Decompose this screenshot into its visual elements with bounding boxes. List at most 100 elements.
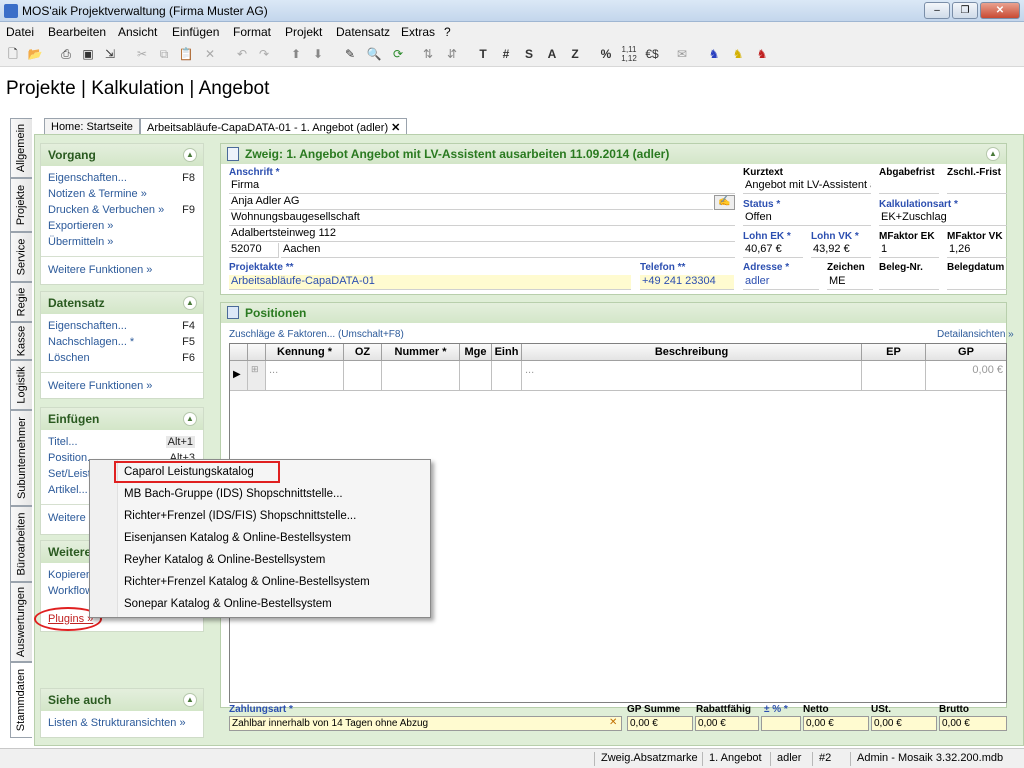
popup-item-mb-bach[interactable]: MB Bach-Gruppe (IDS) Shopschnittstelle..…: [124, 488, 343, 500]
move-down-icon[interactable]: ⬇: [308, 45, 328, 63]
datensatz-eigenschaften[interactable]: Eigenschaften...: [48, 320, 127, 332]
menu-format[interactable]: Format: [233, 25, 271, 39]
open-icon[interactable]: 📂: [25, 45, 45, 63]
copy-icon[interactable]: ⧉: [154, 45, 174, 63]
lohnek-field[interactable]: 40,67 €: [743, 243, 803, 258]
popup-item-sonepar[interactable]: Sonepar Katalog & Online-Bestellsystem: [124, 598, 332, 610]
close-button[interactable]: ✕: [980, 2, 1020, 19]
decimal-icon[interactable]: 1,11 1,12: [619, 45, 639, 63]
datensatz-weitere[interactable]: Weitere Funktionen »: [48, 380, 152, 392]
zeichen-field[interactable]: ME: [827, 275, 873, 290]
redo-icon[interactable]: ↷: [254, 45, 274, 63]
col-kennung[interactable]: Kennung *: [266, 344, 344, 361]
menu-projekt[interactable]: Projekt: [285, 25, 322, 39]
cut-icon[interactable]: ✂: [132, 45, 152, 63]
projektakte-field[interactable]: Arbeitsabläufe-CapaDATA-01: [229, 275, 631, 290]
cell-gp[interactable]: 0,00 €: [926, 361, 1006, 391]
ort-field[interactable]: Aachen: [281, 243, 735, 258]
delete-icon[interactable]: ✕: [200, 45, 220, 63]
edit-icon[interactable]: ✎: [340, 45, 360, 63]
tab-home[interactable]: Home: Startseite: [44, 118, 140, 134]
vorgang-exportieren[interactable]: Exportieren »: [48, 220, 113, 232]
panel-siehe-header[interactable]: Siehe auch: [41, 689, 203, 711]
plz-field[interactable]: 52070: [229, 243, 279, 258]
toolbar-a[interactable]: A: [542, 45, 562, 63]
panel-datensatz-header[interactable]: Datensatz: [41, 292, 203, 314]
col-nummer[interactable]: Nummer *: [382, 344, 460, 361]
vtab-auswertungen[interactable]: Auswertungen: [10, 582, 32, 662]
belegdatum-field[interactable]: [947, 275, 1007, 290]
export-icon[interactable]: ⇲: [100, 45, 120, 63]
vorgang-uebermitteln[interactable]: Übermitteln »: [48, 236, 113, 248]
collapse-icon[interactable]: ▲: [183, 296, 197, 310]
vtab-regie[interactable]: Regie: [10, 282, 32, 322]
popup-item-richter-frenzel[interactable]: Richter+Frenzel Katalog & Online-Bestell…: [124, 576, 370, 588]
sort-desc-icon[interactable]: ⇵: [442, 45, 462, 63]
disabled-tool-icon[interactable]: ✉: [672, 45, 692, 63]
collapse-icon[interactable]: ▲: [183, 148, 197, 162]
signature-icon[interactable]: ✍: [714, 195, 735, 210]
zuschlaege-link[interactable]: Zuschläge & Faktoren... (Umschalt+F8): [229, 329, 404, 340]
telefon-field[interactable]: +49 241 23304: [640, 275, 734, 290]
plugin-red-icon[interactable]: ♞: [752, 45, 772, 63]
plugin-blue-icon[interactable]: ♞: [704, 45, 724, 63]
preview-icon[interactable]: ▣: [78, 45, 98, 63]
vtab-subunternehmer[interactable]: Subunternehmer: [10, 410, 32, 506]
cell-oz[interactable]: [344, 361, 382, 391]
vorgang-eigenschaften[interactable]: Eigenschaften...: [48, 172, 127, 184]
cell-einh[interactable]: [492, 361, 522, 391]
menu-datei[interactable]: Datei: [6, 25, 34, 39]
maximize-button[interactable]: ❐: [952, 2, 978, 19]
col-ep[interactable]: EP: [862, 344, 926, 361]
adresse-field[interactable]: adler: [743, 275, 819, 290]
zahlungsart-field[interactable]: Zahlbar innerhalb von 14 Tagen ohne Abzu…: [229, 716, 622, 731]
vtab-kasse[interactable]: Kasse: [10, 322, 32, 360]
toolbar-percent[interactable]: %: [596, 45, 616, 63]
lohnvk-field[interactable]: 43,92 €: [811, 243, 871, 258]
addr-line-2[interactable]: Anja Adler AG: [229, 195, 713, 210]
collapse-icon[interactable]: ▲: [183, 693, 197, 707]
vorgang-drucken[interactable]: Drucken & Verbuchen »: [48, 204, 164, 216]
plugin-yellow-icon[interactable]: ♞: [728, 45, 748, 63]
move-up-icon[interactable]: ⬆: [286, 45, 306, 63]
sort-icon[interactable]: ⇅: [418, 45, 438, 63]
weitere-workflow[interactable]: Workflow: [48, 585, 93, 597]
vorgang-weitere[interactable]: Weitere Funktionen »: [48, 264, 152, 276]
addr-line-1[interactable]: Firma: [229, 179, 735, 194]
minimize-button[interactable]: –: [924, 2, 950, 19]
menu-bearbeiten[interactable]: Bearbeiten: [48, 25, 106, 39]
expand-icon[interactable]: ⊞: [248, 361, 266, 391]
menu-ansicht[interactable]: Ansicht: [118, 25, 157, 39]
tab-angebot[interactable]: Arbeitsabläufe-CapaDATA-01 - 1. Angebot …: [140, 118, 408, 134]
vtab-logistik[interactable]: Logistik: [10, 360, 32, 410]
datensatz-nachschlagen[interactable]: Nachschlagen... *: [48, 336, 134, 348]
popup-item-reyher[interactable]: Reyher Katalog & Online-Bestellsystem: [124, 554, 325, 566]
popup-item-eisenjansen[interactable]: Eisenjansen Katalog & Online-Bestellsyst…: [124, 532, 351, 544]
currency-icon[interactable]: €$: [642, 45, 662, 63]
toolbar-hash[interactable]: #: [496, 45, 516, 63]
detailansichten-link[interactable]: Detailansichten »: [937, 329, 1014, 340]
einfuegen-titel[interactable]: Titel...: [48, 436, 78, 448]
beleg-field[interactable]: [879, 275, 939, 290]
cell-ep[interactable]: [862, 361, 926, 391]
pct-field[interactable]: [761, 716, 801, 731]
cell-mge[interactable]: [460, 361, 492, 391]
menu-einfuegen[interactable]: Einfügen: [172, 25, 219, 39]
mfvk-field[interactable]: 1,26: [947, 243, 1007, 258]
datensatz-loeschen[interactable]: Löschen: [48, 352, 90, 364]
menu-help[interactable]: ?: [444, 25, 451, 39]
close-tab-icon[interactable]: ✕: [391, 122, 400, 134]
col-oz[interactable]: OZ: [344, 344, 382, 361]
toolbar-z[interactable]: Z: [565, 45, 585, 63]
mfek-field[interactable]: 1: [879, 243, 939, 258]
popup-item-caparol[interactable]: Caparol Leistungskatalog: [124, 466, 254, 478]
cell-kennung[interactable]: ...: [266, 361, 344, 391]
abgabefrist-field[interactable]: [879, 179, 939, 194]
kurztext-field[interactable]: Angebot mit LV-Assistent a: [743, 179, 871, 194]
weitere-kopieren[interactable]: Kopieren: [48, 569, 92, 581]
col-einh[interactable]: Einh: [492, 344, 522, 361]
paste-icon[interactable]: 📋: [176, 45, 196, 63]
col-mge[interactable]: Mge: [460, 344, 492, 361]
undo-icon[interactable]: ↶: [232, 45, 252, 63]
vorgang-notizen[interactable]: Notizen & Termine »: [48, 188, 147, 200]
